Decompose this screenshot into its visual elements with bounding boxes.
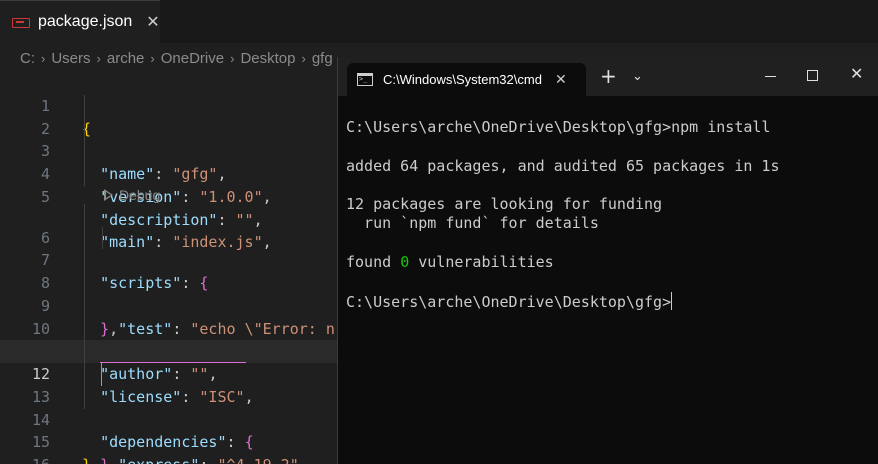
- code-line: 16: [0, 431, 340, 464]
- code-line: 3 "version": "1.0.0",: [0, 117, 340, 206]
- tab-package-json[interactable]: package.json ✕: [0, 0, 160, 43]
- code-line: 7 "test": "echo \"Error: n: [0, 226, 340, 338]
- maximize-button[interactable]: [807, 70, 818, 81]
- breadcrumb-item[interactable]: Desktop: [240, 50, 295, 67]
- chevron-right-icon: ›: [150, 50, 155, 66]
- chevron-right-icon: ›: [41, 50, 46, 66]
- code-line: 13 "express": "^4.19.2": [0, 363, 340, 464]
- code-line: 1 {: [0, 72, 340, 138]
- breadcrumb-item[interactable]: Users: [51, 50, 90, 67]
- code-line: 9 "keywords": [],: [0, 272, 340, 360]
- code-line: 8 },: [0, 249, 340, 338]
- terminal-line: added 64 packages, and audited 65 packag…: [346, 156, 780, 175]
- code-line: 6 "scripts": {: [0, 203, 340, 292]
- tab-label: package.json: [38, 13, 133, 30]
- close-icon[interactable]: ✕: [146, 14, 159, 30]
- chevron-right-icon: ›: [230, 50, 235, 66]
- chevron-right-icon: ›: [96, 50, 101, 66]
- breadcrumb-item[interactable]: arche: [107, 50, 145, 67]
- brace: }: [100, 456, 109, 464]
- json-value: "^4.19.2": [217, 456, 298, 464]
- terminal-tab-title: C:\Windows\System32\cmd.e: [383, 72, 543, 87]
- chevron-down-icon[interactable]: ⌄: [632, 69, 643, 84]
- codelens-debug[interactable]: Debug: [104, 186, 160, 204]
- cmd-icon: [357, 73, 373, 86]
- code-line-active: 12 "dependencies": {: [0, 340, 340, 451]
- terminal-line: 12 packages are looking for funding: [346, 195, 663, 214]
- line-number: 16: [0, 454, 50, 464]
- terminal-line: run `npm fund` for details: [346, 214, 599, 233]
- editor-tab-bar: package.json ✕: [0, 0, 878, 43]
- vulnerability-count: 0: [400, 253, 410, 272]
- window-close-button[interactable]: ✕: [850, 65, 863, 83]
- npm-file-icon: [12, 17, 30, 28]
- terminal-line: found 0 vulnerabilities: [346, 253, 554, 272]
- play-icon: [104, 188, 113, 201]
- code-line: 4 "description": "",: [0, 140, 340, 229]
- terminal-titlebar[interactable]: C:\Windows\System32\cmd.e ✕ + ⌄ ✕: [338, 57, 878, 96]
- terminal-tab[interactable]: C:\Windows\System32\cmd.e ✕: [347, 63, 586, 96]
- code-line: 10 "author": "",: [0, 294, 340, 383]
- code-line: 5 "main": "index.js",: [0, 163, 340, 251]
- code-line: 11 "license": "ISC",: [0, 317, 340, 406]
- code-line: 14 }: [0, 385, 340, 464]
- breadcrumb: C: › Users › arche › OneDrive › Desktop …: [20, 48, 333, 68]
- close-icon[interactable]: ✕: [555, 72, 567, 88]
- text-cursor: [671, 291, 673, 310]
- breadcrumb-item[interactable]: OneDrive: [161, 50, 224, 67]
- brace: }: [82, 456, 91, 464]
- terminal-prompt[interactable]: C:\Users\arche\OneDrive\Desktop\gfg>: [346, 291, 876, 311]
- chevron-right-icon: ›: [301, 50, 306, 66]
- breadcrumb-item[interactable]: gfg: [312, 50, 333, 67]
- breadcrumb-item[interactable]: C:: [20, 50, 35, 67]
- codelens-row: Debug: [0, 186, 340, 204]
- new-tab-button[interactable]: +: [600, 66, 617, 86]
- code-line: 15 }: [0, 409, 340, 464]
- terminal-line: C:\Users\arche\OneDrive\Desktop\gfg>npm …: [346, 118, 771, 136]
- json-key: "express": [118, 456, 199, 464]
- bracket-pair-guide: [100, 340, 246, 363]
- minimize-button[interactable]: [765, 76, 776, 77]
- terminal-window[interactable]: C:\Windows\System32\cmd.e ✕ + ⌄ ✕ C:\Use…: [337, 57, 878, 464]
- code-line: 2 "name": "gfg",: [0, 94, 340, 183]
- terminal-output[interactable]: C:\Users\arche\OneDrive\Desktop\gfg>npm …: [346, 118, 876, 311]
- code-editor[interactable]: 1 { 2 "name": "gfg", 3 "version": "1.0.0…: [0, 72, 340, 464]
